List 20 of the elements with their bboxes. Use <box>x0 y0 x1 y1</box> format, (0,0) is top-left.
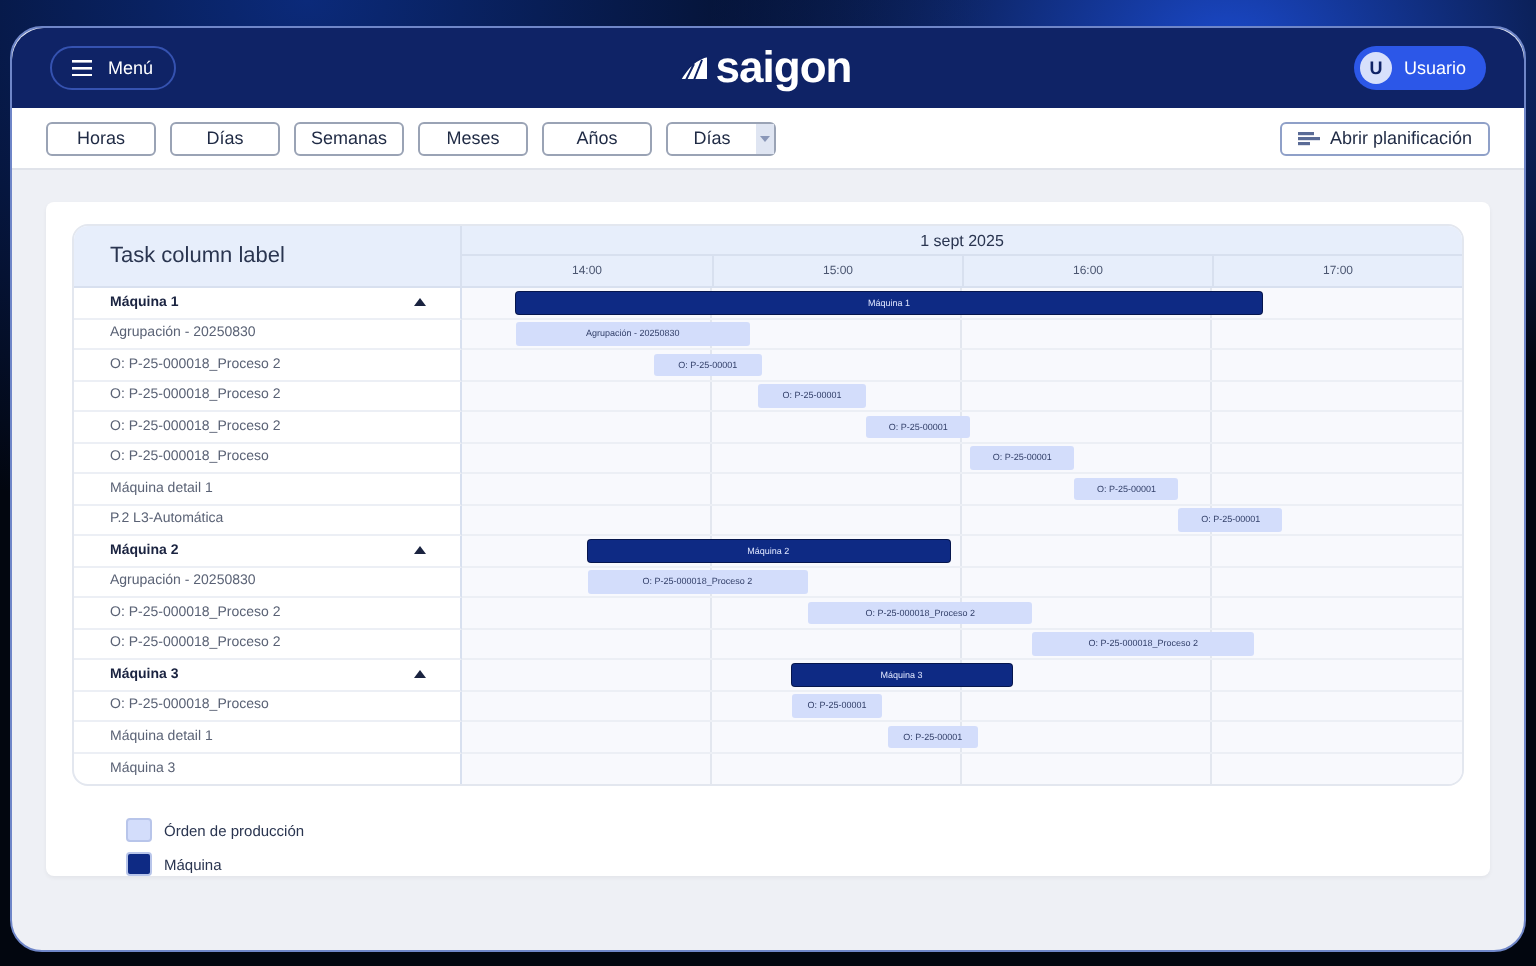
menu-icon <box>72 60 92 76</box>
menu-button[interactable]: Menú <box>50 46 176 90</box>
logo-icon <box>677 54 710 82</box>
open-planning-button[interactable]: Abrir planificación <box>1279 121 1490 155</box>
scale-button[interactable]: Horas <box>46 121 156 155</box>
collapse-caret-icon[interactable] <box>414 546 426 555</box>
scale-button[interactable]: Años <box>542 121 652 155</box>
bars-icon <box>1297 131 1320 145</box>
user-button[interactable]: U Usuario <box>1353 46 1486 90</box>
column-header: Task column label <box>74 226 462 288</box>
scale-button[interactable]: Días <box>170 121 280 155</box>
date-header: 1 sept 2025 <box>462 226 1462 256</box>
collapse-caret-icon[interactable] <box>414 298 426 307</box>
scale-button[interactable]: Meses <box>418 121 528 155</box>
logo-text: saigon <box>715 42 852 94</box>
collapse-caret-icon[interactable] <box>414 670 426 679</box>
user-avatar: U <box>1359 52 1392 84</box>
scale-button[interactable]: Semanas <box>294 121 404 155</box>
caret-icon <box>760 135 770 141</box>
scale-select[interactable]: Días <box>666 121 776 155</box>
